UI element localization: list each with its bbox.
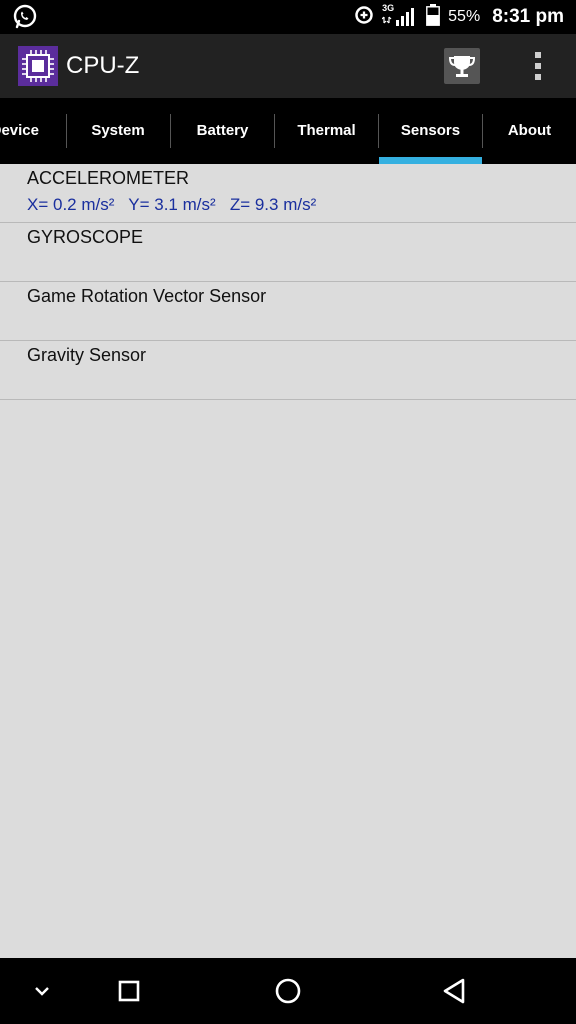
tab-label: Device <box>0 122 39 139</box>
trophy-button[interactable] <box>444 48 480 84</box>
sensor-name: Gravity Sensor <box>27 345 147 365</box>
list-item[interactable]: Game Rotation Vector Sensor <box>0 282 576 341</box>
tab-label: Battery <box>196 122 249 139</box>
tab-system[interactable]: System <box>67 98 169 164</box>
tab-label: Sensors <box>400 122 461 139</box>
tab-label: System <box>91 122 145 139</box>
sensor-name: GYROSCOPE <box>27 227 144 247</box>
screen: 3G 55% 8:31 pm CPU-Z evice System Batter… <box>0 0 576 1024</box>
sensor-name: ACCELEROMETER <box>27 168 190 188</box>
battery-icon <box>426 3 441 31</box>
signal-icon: 3G <box>382 3 418 29</box>
whatsapp-icon <box>12 4 38 35</box>
sensor-name: Game Rotation Vector Sensor <box>27 286 267 306</box>
app-bar: CPU-Z <box>0 34 576 98</box>
recents-button[interactable] <box>109 971 149 1011</box>
navigation-bar <box>0 958 576 1024</box>
trophy-icon <box>444 56 480 88</box>
hide-keyboard-button[interactable] <box>22 971 62 1011</box>
battery-percent: 55% <box>448 8 481 25</box>
recents-icon <box>109 980 149 1015</box>
clock: 8:31 pm <box>492 6 564 27</box>
app-title: CPU-Z <box>66 52 140 79</box>
list-item[interactable]: Gravity Sensor <box>0 341 576 400</box>
tab-device[interactable]: Device <box>0 98 66 164</box>
hide-keyboard-icon <box>22 987 62 1015</box>
sensor-values: X= 0.2 m/s² Y= 3.1 m/s² Z= 9.3 m/s² <box>27 195 317 214</box>
status-bar: 3G 55% 8:31 pm <box>0 0 576 34</box>
tab-thermal[interactable]: Thermal <box>275 98 378 164</box>
tab-sensors[interactable]: Sensors <box>379 98 482 164</box>
home-button[interactable] <box>268 971 308 1011</box>
home-icon <box>268 978 308 1015</box>
tab-label: About <box>507 122 552 139</box>
cpu-logo-icon <box>18 46 58 86</box>
list-item[interactable]: ACCELEROMETER X= 0.2 m/s² Y= 3.1 m/s² Z=… <box>0 164 576 223</box>
back-button[interactable] <box>434 971 474 1011</box>
list-item[interactable]: GYROSCOPE <box>0 223 576 282</box>
selected-tab-indicator <box>379 157 482 164</box>
data-saver-icon <box>354 5 374 30</box>
tab-battery[interactable]: Battery <box>171 98 274 164</box>
tab-label: Thermal <box>297 122 356 139</box>
overflow-menu-icon <box>528 52 548 88</box>
sensor-list: ACCELEROMETER X= 0.2 m/s² Y= 3.1 m/s² Z=… <box>0 164 576 400</box>
back-icon <box>434 978 474 1015</box>
tab-about[interactable]: About <box>483 98 576 164</box>
overflow-menu-button[interactable] <box>528 48 548 84</box>
tab-bar: Device System Battery Thermal Sensors Ab… <box>0 98 576 164</box>
